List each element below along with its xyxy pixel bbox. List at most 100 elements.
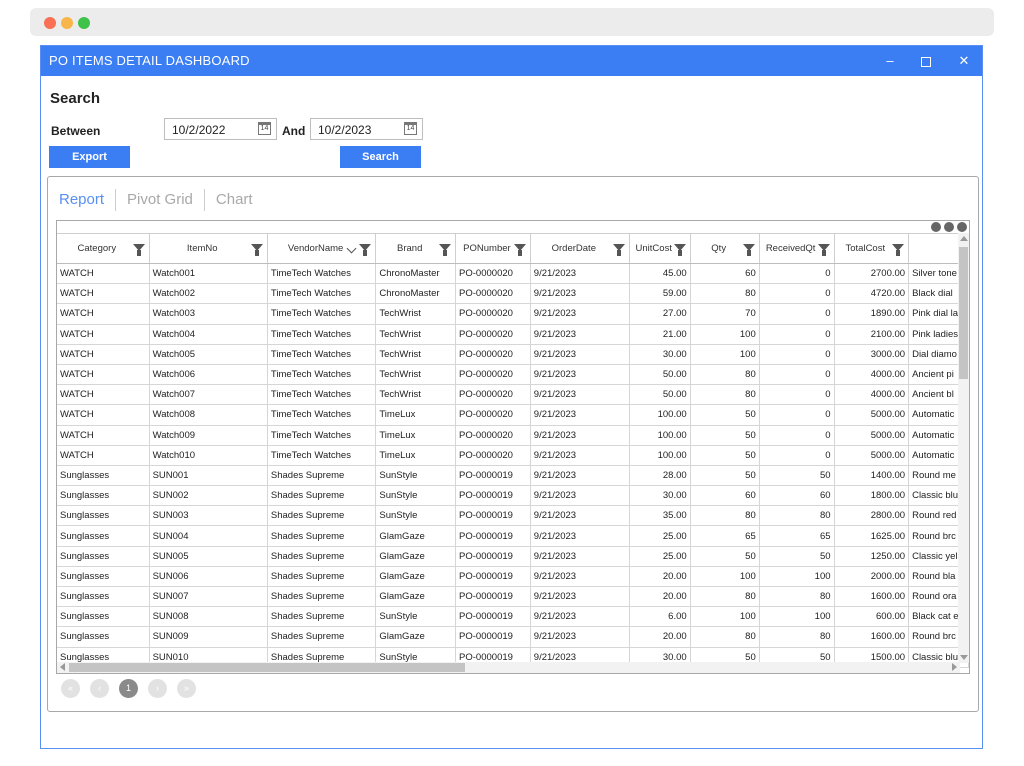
minimize-icon[interactable]: – <box>879 51 901 71</box>
table-cell: 5000.00 <box>834 445 910 466</box>
table-cell: 9/21/2023 <box>530 505 630 527</box>
scroll-up-icon[interactable] <box>960 236 968 241</box>
table-cell: SUN002 <box>149 485 268 507</box>
from-date-input[interactable]: 10/2/2022 14 <box>164 118 277 140</box>
more-options-icon[interactable] <box>928 222 967 233</box>
table-cell: SunStyle <box>375 505 457 527</box>
table-cell: 0 <box>759 324 835 345</box>
table-cell: WATCH <box>57 344 150 365</box>
table-row[interactable]: WATCH Watch004 TimeTech Watches TechWrist PO… <box>57 324 969 345</box>
table-row[interactable]: WATCH Watch009 TimeTech Watches TimeLux PO-0… <box>57 425 969 446</box>
export-button[interactable]: Export <box>49 146 130 168</box>
table-cell: 100 <box>690 324 760 345</box>
table-cell: 65 <box>690 525 760 547</box>
table-row[interactable]: Sunglasses SUN004 Shades Supreme GlamGaze PO… <box>57 525 969 547</box>
filter-icon[interactable] <box>250 244 263 256</box>
last-page-button[interactable]: » <box>177 679 196 698</box>
filter-icon[interactable] <box>439 244 452 256</box>
minimize-dot-icon[interactable] <box>61 17 73 29</box>
filter-icon[interactable] <box>612 244 625 256</box>
table-row[interactable]: WATCH Watch008 TimeTech Watches TimeLux PO-0… <box>57 404 969 426</box>
table-cell: 28.00 <box>629 465 691 487</box>
page-1-button[interactable]: 1 <box>119 679 138 698</box>
table-cell: 27.00 <box>629 303 691 325</box>
table-row[interactable]: Sunglasses SUN007 Shades Supreme GlamGaze PO… <box>57 586 969 608</box>
close-icon[interactable]: ✕ <box>953 51 975 71</box>
chevron-down-icon[interactable] <box>346 243 357 254</box>
to-date-input[interactable]: 10/2/2023 14 <box>310 118 423 140</box>
table-row[interactable]: WATCH Watch006 TimeTech Watches TechWrist PO… <box>57 364 969 386</box>
table-row[interactable]: Sunglasses SUN003 Shades Supreme SunStyle PO… <box>57 505 969 527</box>
column-header-vendorname[interactable]: VendorName <box>267 233 377 264</box>
table-cell: TimeTech Watches <box>267 364 377 386</box>
horizontal-scrollbar[interactable] <box>57 662 960 673</box>
column-header-unitcost[interactable]: UnitCost <box>629 233 691 264</box>
vertical-scrollbar[interactable] <box>958 233 969 663</box>
table-row[interactable]: Sunglasses SUN006 Shades Supreme GlamGaze PO… <box>57 566 969 588</box>
table-row[interactable]: Sunglasses SUN008 Shades Supreme SunStyle PO… <box>57 606 969 628</box>
filter-icon[interactable] <box>817 244 830 256</box>
table-row[interactable]: Sunglasses SUN009 Shades Supreme GlamGaze PO… <box>57 626 969 648</box>
search-button[interactable]: Search <box>340 146 421 168</box>
first-page-button[interactable]: « <box>61 679 80 698</box>
table-cell: 80 <box>690 283 760 305</box>
table-cell: PO-0000020 <box>455 364 531 386</box>
table-row[interactable]: WATCH Watch010 TimeTech Watches TimeLux PO-0… <box>57 445 969 466</box>
table-row[interactable]: WATCH Watch003 TimeTech Watches TechWrist PO… <box>57 303 969 325</box>
close-dot-icon[interactable] <box>44 17 56 29</box>
table-cell: PO-0000019 <box>455 606 531 628</box>
table-cell: TechWrist <box>375 324 457 345</box>
table-cell: 100.00 <box>629 404 691 426</box>
table-cell: SUN005 <box>149 546 268 567</box>
table-cell: 5000.00 <box>834 425 910 446</box>
scroll-down-icon[interactable] <box>960 655 968 660</box>
column-header-orderdate[interactable]: OrderDate <box>530 233 630 264</box>
table-cell: Sunglasses <box>57 606 150 628</box>
filter-icon[interactable] <box>673 244 686 256</box>
column-header-ponumber[interactable]: PONumber <box>455 233 531 264</box>
table-row[interactable]: WATCH Watch001 TimeTech Watches ChronoMaste… <box>57 263 969 285</box>
previous-page-button[interactable]: ‹ <box>90 679 109 698</box>
column-header-receivedqty[interactable]: ReceivedQt <box>759 233 835 264</box>
horizontal-scroll-thumb[interactable] <box>69 663 465 672</box>
table-cell: Sunglasses <box>57 525 150 547</box>
filter-icon[interactable] <box>892 244 905 256</box>
table-cell: TimeTech Watches <box>267 303 377 325</box>
table-row[interactable]: Sunglasses SUN002 Shades Supreme SunStyle PO… <box>57 485 969 507</box>
column-header-itemno[interactable]: ItemNo <box>149 233 268 264</box>
table-row[interactable]: Sunglasses SUN005 Shades Supreme GlamGaze PO… <box>57 546 969 567</box>
calendar-icon[interactable]: 14 <box>258 122 271 135</box>
filter-icon[interactable] <box>513 244 526 256</box>
scroll-left-icon[interactable] <box>60 663 65 671</box>
column-header-totalcost[interactable]: TotalCost <box>834 233 910 264</box>
column-header-category[interactable]: Category <box>57 233 150 264</box>
column-header-brand[interactable]: Brand <box>375 233 457 264</box>
table-row[interactable]: Sunglasses SUN001 Shades Supreme SunStyle PO… <box>57 465 969 487</box>
table-row[interactable]: WATCH Watch002 TimeTech Watches ChronoMaste… <box>57 283 969 305</box>
maximize-icon[interactable] <box>915 51 937 71</box>
table-cell: GlamGaze <box>375 586 457 608</box>
tab-pivot-grid[interactable]: Pivot Grid <box>115 189 204 211</box>
table-cell: WATCH <box>57 364 150 386</box>
table-cell: 50 <box>690 465 760 487</box>
table-cell: 20.00 <box>629 586 691 608</box>
filter-icon[interactable] <box>132 244 145 256</box>
tab-chart[interactable]: Chart <box>203 189 264 211</box>
filter-icon[interactable] <box>742 244 755 256</box>
table-row[interactable]: WATCH Watch007 TimeTech Watches TechWrist PO… <box>57 384 969 406</box>
table-cell: 60 <box>690 263 760 285</box>
next-page-button[interactable]: › <box>148 679 167 698</box>
table-cell: Watch005 <box>149 344 268 365</box>
tab-report[interactable]: Report <box>59 189 115 211</box>
maximize-dot-icon[interactable] <box>78 17 90 29</box>
table-row[interactable]: WATCH Watch005 TimeTech Watches TechWrist PO… <box>57 344 969 365</box>
scroll-right-icon[interactable] <box>952 663 957 671</box>
calendar-icon[interactable]: 14 <box>404 122 417 135</box>
column-header-qty[interactable]: Qty <box>690 233 760 264</box>
table-cell: GlamGaze <box>375 626 457 648</box>
filter-icon[interactable] <box>359 244 372 256</box>
table-cell: PO-0000020 <box>455 263 531 285</box>
vertical-scroll-thumb[interactable] <box>959 247 968 379</box>
table-cell: TechWrist <box>375 344 457 365</box>
table-cell: TimeTech Watches <box>267 344 377 365</box>
